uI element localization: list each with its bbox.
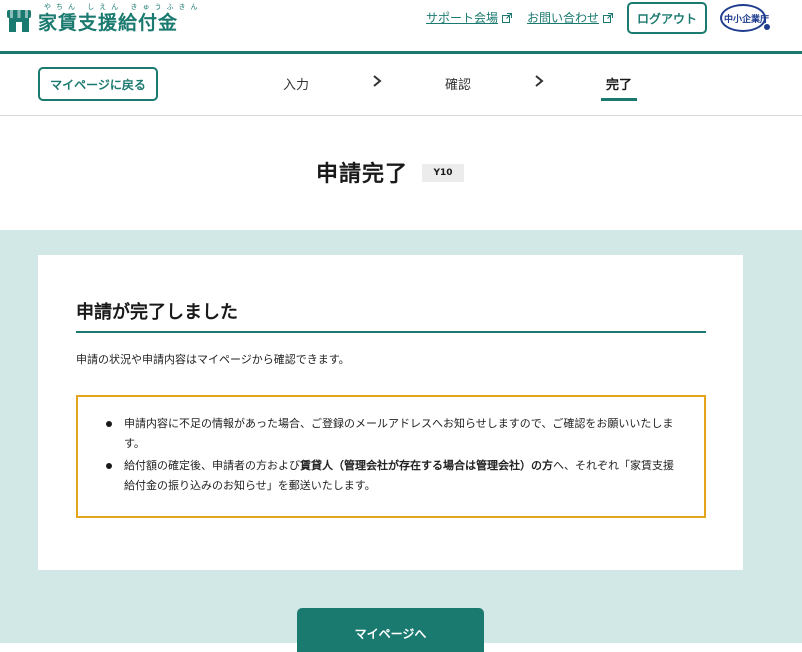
agency-logo[interactable]: 中小企業庁	[720, 4, 774, 34]
notice-item: 申請内容に不足の情報があった場合、ご登録のメールアドレスへお知らせしますので、ご…	[106, 414, 676, 454]
notice-list: 申請内容に不足の情報があった場合、ご登録のメールアドレスへお知らせしますので、ご…	[106, 414, 676, 498]
notice-text: 申請内容に不足の情報があった場合、ご登録のメールアドレスへお知らせしますので、ご…	[124, 417, 674, 450]
agency-logo-dot	[764, 24, 770, 30]
title-section: 申請完了 Y10	[0, 116, 802, 230]
contact-link[interactable]: お問い合わせ	[527, 9, 614, 26]
logo-ruby: やちん しえん きゅうふきん	[44, 3, 203, 11]
main-content: 申請が完了しました 申請の状況や申請内容はマイページから確認できます。 申請内容…	[0, 230, 802, 652]
step-navigation: マイページに戻る 入力 確認 完了	[0, 54, 802, 116]
screen-id-badge: Y10	[422, 164, 464, 182]
bullet-icon	[106, 463, 112, 469]
active-step-indicator	[601, 98, 637, 101]
support-venue-link[interactable]: サポート会場	[426, 9, 513, 26]
go-to-mypage-button[interactable]: マイページへ	[297, 608, 484, 652]
notice-text-pre: 給付額の確定後、申請者の方および	[124, 459, 300, 472]
logo-title: 家賃支援給付金	[38, 12, 179, 34]
logout-button[interactable]: ログアウト	[627, 2, 707, 34]
contact-label: お問い合わせ	[527, 11, 600, 25]
completion-card: 申請が完了しました 申請の状況や申請内容はマイページから確認できます。 申請内容…	[38, 255, 743, 570]
chevron-right-icon	[373, 75, 382, 87]
bullet-icon	[106, 421, 112, 427]
notice-box: 申請内容に不足の情報があった場合、ご登録のメールアドレスへお知らせしますので、ご…	[76, 395, 706, 518]
heading-divider	[76, 331, 706, 333]
site-logo[interactable]: やちん しえん きゅうふきん 家賃支援給付金	[6, 2, 202, 34]
step-input: 入力	[283, 78, 310, 93]
completion-description: 申請の状況や申請内容はマイページから確認できます。	[76, 353, 350, 366]
external-link-icon	[502, 12, 513, 23]
page-title: 申請完了	[316, 162, 409, 187]
step-complete: 完了	[606, 78, 633, 93]
chevron-right-icon	[535, 75, 544, 87]
notice-text-bold: 賃貸人（管理会社が存在する場合は管理会社）の方	[300, 459, 553, 472]
external-link-icon	[603, 12, 614, 23]
notice-item: 給付額の確定後、申請者の方および賃貸人（管理会社が存在する場合は管理会社）の方へ…	[106, 456, 676, 496]
completion-heading: 申請が完了しました	[76, 302, 238, 323]
shop-icon	[7, 10, 31, 32]
support-venue-label: サポート会場	[426, 11, 499, 25]
back-to-mypage-button[interactable]: マイページに戻る	[38, 67, 158, 101]
step-confirm: 確認	[445, 78, 472, 93]
agency-label: 中小企業庁	[724, 15, 770, 25]
site-header: やちん しえん きゅうふきん 家賃支援給付金 サポート会場 お問い合わせ ログア…	[0, 0, 802, 54]
